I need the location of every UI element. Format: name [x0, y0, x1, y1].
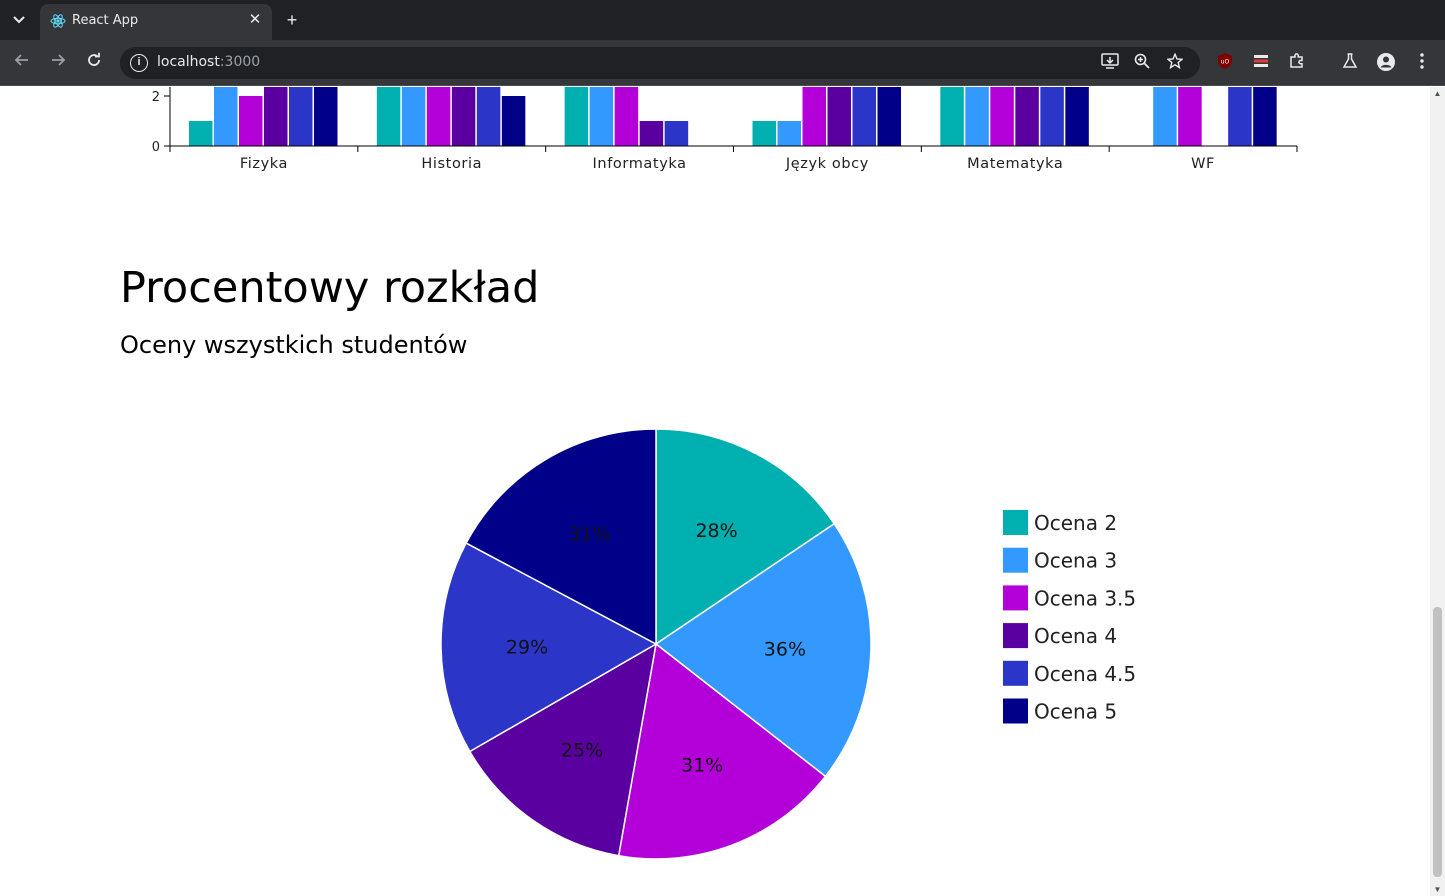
puzzle-icon[interactable] [1286, 52, 1308, 74]
install-icon[interactable] [1100, 53, 1120, 73]
x-tick-label: Matematyka [967, 156, 1063, 172]
menu-icon[interactable] [1411, 52, 1433, 74]
tab-strip: React App ✕ + [0, 0, 1445, 40]
bar [877, 87, 901, 146]
bar [589, 87, 614, 146]
bar [1040, 87, 1064, 146]
legend-swatch [1003, 585, 1028, 611]
plus-icon[interactable]: + [282, 9, 302, 31]
legend-swatch [1003, 510, 1028, 535]
bar [614, 87, 639, 146]
bar [264, 87, 288, 146]
vertical-scrollbar[interactable]: ▲ ▼ [1430, 87, 1445, 896]
slice-label: 31% [681, 754, 723, 776]
bar [239, 96, 263, 146]
legend-label: Ocena 3.5 [1034, 586, 1136, 610]
bar [189, 121, 213, 146]
legend-swatch [1003, 660, 1028, 686]
reload-icon[interactable] [83, 52, 105, 74]
bar [564, 87, 589, 146]
scroll-up-icon[interactable]: ▲ [1433, 89, 1442, 98]
bar [501, 96, 526, 146]
page-title: Procentowy rozkład [120, 263, 540, 313]
x-tick-label: Informatyka [593, 156, 687, 172]
bar [777, 121, 801, 146]
tab-search-chevron-down-icon[interactable] [8, 10, 30, 30]
zoom-icon[interactable] [1132, 53, 1152, 73]
bar [1015, 87, 1039, 146]
back-icon[interactable] [11, 52, 33, 74]
slice-label: 36% [764, 639, 806, 661]
svg-text:uO: uO [1221, 59, 1230, 66]
bar [965, 87, 989, 146]
bar [990, 87, 1014, 146]
react-icon [50, 13, 66, 29]
grades-pie-chart: 28% 36% 31% 25% 29% 31% Ocena 2 Ocena 3 Ocena 3.… [440, 428, 1136, 860]
bar [314, 87, 338, 146]
bar [639, 121, 664, 146]
legend-label: Ocena 4 [1034, 624, 1117, 648]
profile-icon[interactable] [1375, 52, 1397, 74]
bar [752, 121, 776, 146]
bar [1153, 87, 1177, 146]
ublock-icon[interactable]: uO [1214, 52, 1236, 74]
scrollbar-thumb[interactable] [1433, 607, 1442, 877]
url-text: localhost:3000 [157, 54, 261, 70]
bar [451, 87, 476, 146]
slice-label: 25% [561, 740, 603, 762]
bar [426, 87, 451, 146]
bar [376, 87, 401, 146]
bar [802, 87, 826, 146]
bar [1178, 87, 1202, 146]
scroll-down-icon[interactable]: ▼ [1433, 885, 1442, 894]
bar [664, 121, 689, 146]
bar [852, 87, 876, 146]
x-tick-label: Język obcy [785, 156, 869, 172]
page-subtitle: Oceny wszystkich studentów [120, 331, 468, 359]
bar [401, 87, 426, 146]
bar [476, 87, 501, 146]
extension-icon[interactable] [1250, 52, 1272, 74]
legend-label: Ocena 2 [1034, 511, 1117, 535]
x-tick-label: Fizyka [240, 156, 288, 172]
legend-label: Ocena 3 [1034, 549, 1117, 573]
forward-icon[interactable] [47, 52, 69, 74]
bar [214, 87, 238, 146]
legend-swatch [1003, 547, 1028, 573]
y-tick-label: 2 [152, 90, 160, 105]
slice-label: 28% [695, 520, 737, 542]
info-icon[interactable]: i [130, 54, 148, 72]
tab-title: React App [72, 13, 139, 28]
slice-label: 31% [568, 523, 610, 545]
slice-label: 29% [506, 636, 548, 658]
bar [289, 87, 313, 146]
page-content: Fizyka Historia Informatyka Język obcy Matem… [0, 87, 1430, 896]
address-bar[interactable]: i localhost:3000 [120, 47, 1200, 79]
bar [1253, 87, 1277, 146]
tab-react-app[interactable]: React App ✕ [40, 4, 272, 40]
bar [940, 87, 964, 146]
bar [1228, 87, 1252, 146]
grades-bar-chart: Fizyka Historia Informatyka Język obcy Matem… [152, 87, 1298, 172]
legend-label: Ocena 4.5 [1034, 662, 1136, 686]
legend-swatch [1003, 623, 1028, 649]
labs-icon[interactable] [1339, 52, 1361, 74]
browser-toolbar: i localhost:3000 uO [0, 40, 1445, 86]
x-tick-label: WF [1191, 156, 1215, 172]
close-icon[interactable]: ✕ [246, 11, 264, 29]
x-tick-label: Historia [421, 156, 482, 172]
legend-swatch [1003, 698, 1028, 724]
bar [1065, 87, 1089, 146]
bar [827, 87, 851, 146]
y-tick-label: 0 [152, 140, 160, 155]
star-icon[interactable] [1165, 52, 1185, 73]
legend-label: Ocena 5 [1034, 700, 1117, 724]
